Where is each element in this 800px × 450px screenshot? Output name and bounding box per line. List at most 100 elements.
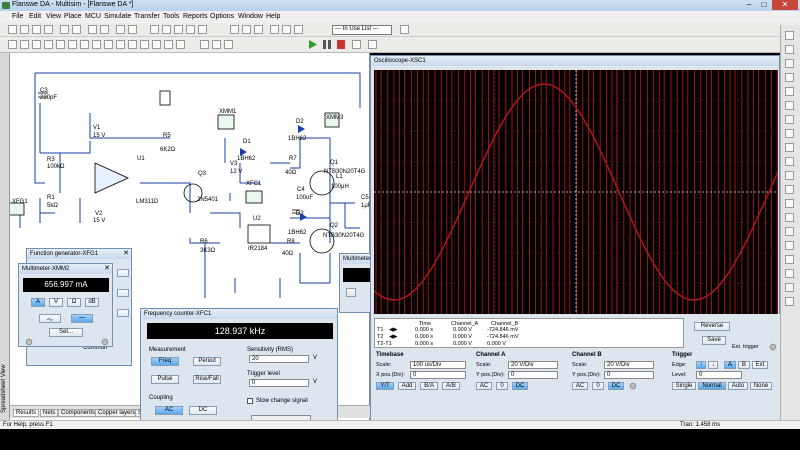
spreadsheet-view-strip[interactable]: Spreadsheet View bbox=[0, 53, 10, 420]
period-button[interactable]: Period bbox=[193, 357, 221, 366]
place-analog-icon[interactable] bbox=[56, 40, 65, 49]
waveform-triangle-button[interactable] bbox=[117, 289, 129, 297]
channel-a-ac-button[interactable]: AC bbox=[476, 382, 492, 390]
coupling-ac-button[interactable]: AC bbox=[155, 406, 183, 415]
channel-a-ypos-input[interactable]: 0 bbox=[508, 371, 558, 379]
place-basic-icon[interactable] bbox=[20, 40, 29, 49]
save-icon[interactable] bbox=[44, 25, 53, 34]
zoom-fit-icon[interactable] bbox=[198, 25, 207, 34]
place-mcu-icon[interactable] bbox=[164, 40, 173, 49]
dc-mode-button[interactable]: — bbox=[71, 314, 93, 323]
erc-icon[interactable] bbox=[294, 25, 303, 34]
copy-icon[interactable] bbox=[100, 25, 109, 34]
mode-ab-button[interactable]: A/B bbox=[442, 382, 460, 390]
mode-ba-button[interactable]: B/A bbox=[420, 382, 438, 390]
multimeter-db-button[interactable]: dB bbox=[85, 298, 99, 307]
menu-view[interactable]: View bbox=[46, 13, 61, 20]
word-generator-icon[interactable] bbox=[785, 129, 794, 138]
t1-arrows[interactable]: ◀▶ bbox=[389, 327, 397, 333]
design-toolbox-icon[interactable] bbox=[230, 25, 239, 34]
minimize-button[interactable]: – bbox=[742, 0, 756, 10]
labview-instrument-icon[interactable] bbox=[785, 283, 794, 292]
menu-place[interactable]: Place bbox=[64, 13, 82, 20]
run-simulation-icon[interactable] bbox=[308, 39, 318, 50]
channel-b-scale-input[interactable]: 20 V/Div bbox=[604, 361, 654, 369]
tab-copper-layers[interactable]: Copper layers bbox=[95, 409, 139, 417]
tab-results[interactable]: Results bbox=[13, 409, 40, 417]
frequency-counter-window[interactable]: Frequency counter-XFC1 128.937 kHz Measu… bbox=[140, 308, 338, 428]
open-sample-icon[interactable] bbox=[32, 25, 41, 34]
place-mixed-icon[interactable] bbox=[104, 40, 113, 49]
channel-b-ypos-input[interactable]: 0 bbox=[604, 371, 654, 379]
fullscreen-icon[interactable] bbox=[150, 25, 159, 34]
multimeter-amp-button[interactable]: A bbox=[31, 298, 45, 307]
menu-mcu[interactable]: MCU bbox=[85, 13, 101, 20]
menu-window[interactable]: Window bbox=[238, 13, 263, 20]
place-power-icon[interactable] bbox=[128, 40, 137, 49]
menu-options[interactable]: Options bbox=[210, 13, 234, 20]
pulse-button[interactable]: Pulse bbox=[151, 375, 179, 384]
mode-add-button[interactable]: Add bbox=[398, 382, 416, 390]
zoom-in-icon[interactable] bbox=[162, 25, 171, 34]
trigger-normal-button[interactable]: Normal bbox=[698, 382, 726, 390]
print-icon[interactable] bbox=[60, 25, 69, 34]
stop-simulation-icon[interactable] bbox=[336, 39, 346, 50]
menu-simulate[interactable]: Simulate bbox=[104, 13, 131, 20]
open-folder-icon[interactable] bbox=[20, 25, 29, 34]
tektronix-scope-icon[interactable] bbox=[785, 269, 794, 278]
place-misc-icon[interactable] bbox=[140, 40, 149, 49]
place-ttl-icon[interactable] bbox=[68, 40, 77, 49]
place-transistor-icon[interactable] bbox=[44, 40, 53, 49]
close-button[interactable]: ✕ bbox=[772, 0, 798, 10]
logic-converter-icon[interactable] bbox=[785, 157, 794, 166]
place-connector-icon[interactable] bbox=[176, 40, 185, 49]
undo-icon[interactable] bbox=[116, 25, 125, 34]
spreadsheet-icon[interactable] bbox=[242, 25, 251, 34]
pause-simulation-icon[interactable] bbox=[322, 39, 332, 50]
hierarchical-block-icon[interactable] bbox=[200, 40, 209, 49]
trigger-source-b-button[interactable]: B bbox=[738, 361, 750, 369]
t2-arrows[interactable]: ◀▶ bbox=[389, 334, 397, 340]
help-icon[interactable] bbox=[400, 25, 409, 34]
redo-icon[interactable] bbox=[128, 25, 137, 34]
multimeter-secondary-window[interactable]: Multimeter-... bbox=[339, 253, 378, 313]
multimeter-secondary-amp-button[interactable] bbox=[346, 288, 356, 297]
iv-analyzer-icon[interactable] bbox=[785, 171, 794, 180]
place-rf-icon[interactable] bbox=[152, 40, 161, 49]
menu-reports[interactable]: Reports bbox=[183, 13, 208, 20]
multimeter-volt-button[interactable]: V bbox=[49, 298, 63, 307]
place-source-icon[interactable] bbox=[8, 40, 17, 49]
multimeter-instrument-icon[interactable] bbox=[785, 31, 794, 40]
place-text-icon[interactable] bbox=[224, 40, 233, 49]
trigger-source-ext-button[interactable]: Ext bbox=[752, 361, 768, 369]
trigger-single-button[interactable]: Single bbox=[672, 382, 696, 390]
multimeter-close-button[interactable]: ✕ bbox=[104, 264, 110, 272]
trigger-source-a-button[interactable]: A bbox=[724, 361, 736, 369]
channel-b-ac-button[interactable]: AC bbox=[572, 382, 588, 390]
in-use-list-dropdown[interactable]: --- In Use List --- bbox=[332, 25, 392, 35]
timebase-xpos-input[interactable]: 0 bbox=[410, 371, 466, 379]
probe-icon[interactable] bbox=[352, 40, 361, 49]
channel-b-zero-button[interactable]: 0 bbox=[592, 382, 604, 390]
zoom-area-icon[interactable] bbox=[186, 25, 195, 34]
logic-analyzer-icon[interactable] bbox=[785, 143, 794, 152]
cut-icon[interactable] bbox=[88, 25, 97, 34]
place-indicator-icon[interactable] bbox=[116, 40, 125, 49]
bus-icon[interactable] bbox=[212, 40, 221, 49]
oscilloscope-screen[interactable] bbox=[374, 70, 778, 314]
trigger-none-button[interactable]: None bbox=[750, 382, 772, 390]
function-generator-close-button[interactable]: ✕ bbox=[123, 249, 129, 257]
current-probe-icon[interactable] bbox=[785, 297, 794, 306]
channel-a-scale-input[interactable]: 20 V/Div bbox=[508, 361, 558, 369]
channel-a-zero-button[interactable]: 0 bbox=[496, 382, 508, 390]
waveform-sine-button[interactable] bbox=[117, 269, 129, 277]
maximize-button[interactable]: □ bbox=[757, 0, 771, 10]
place-diode-icon[interactable] bbox=[32, 40, 41, 49]
rise-fall-button[interactable]: Rise/Fall bbox=[193, 375, 221, 384]
trigger-rising-edge-button[interactable]: ↑ bbox=[696, 361, 706, 369]
ac-mode-button[interactable]: 〜 bbox=[39, 314, 61, 324]
postprocessor-icon[interactable] bbox=[282, 25, 291, 34]
mode-yt-button[interactable]: Y/T bbox=[376, 382, 394, 390]
new-file-icon[interactable] bbox=[8, 25, 17, 34]
database-icon[interactable] bbox=[254, 25, 263, 34]
